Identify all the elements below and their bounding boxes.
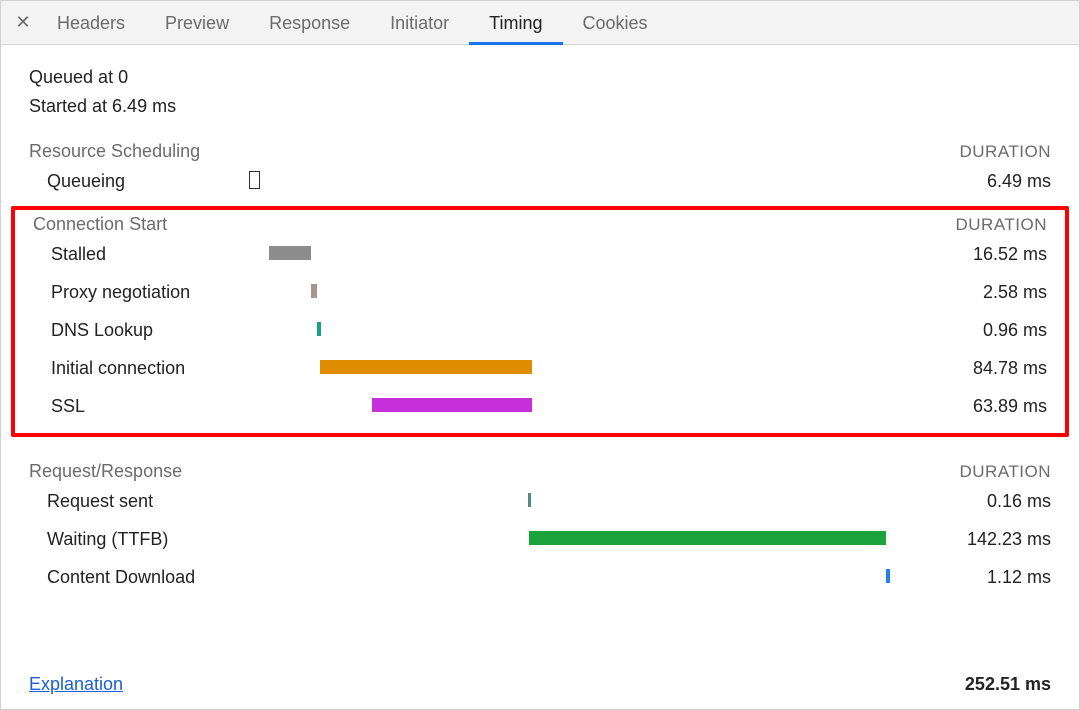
bar-zone <box>253 244 893 264</box>
network-timing-panel: ✕ Headers Preview Response Initiator Tim… <box>0 0 1080 710</box>
timing-row-stalled: Stalled 16.52 ms <box>33 235 1047 273</box>
row-value: 0.16 ms <box>987 491 1051 512</box>
row-label: Request sent <box>29 491 249 512</box>
row-value: 6.49 ms <box>987 171 1051 192</box>
tab-headers[interactable]: Headers <box>37 1 145 45</box>
row-label: Proxy negotiation <box>33 282 253 303</box>
bar-zone <box>253 320 893 340</box>
row-label: SSL <box>33 396 253 417</box>
tab-initiator[interactable]: Initiator <box>370 1 469 45</box>
tab-timing[interactable]: Timing <box>469 1 562 45</box>
timing-row-request-sent: Request sent 0.16 ms <box>29 482 1051 520</box>
bar-waiting <box>529 531 886 545</box>
timing-content: Queued at 0 Started at 6.49 ms Resource … <box>1 45 1079 596</box>
section-header-connection: Connection Start DURATION <box>33 214 1047 235</box>
row-label: DNS Lookup <box>33 320 253 341</box>
timing-row-content-download: Content Download 1.12 ms <box>29 558 1051 596</box>
row-label: Stalled <box>33 244 253 265</box>
row-value: 0.96 ms <box>983 320 1047 341</box>
section-title: Request/Response <box>29 461 182 482</box>
bar-proxy <box>311 284 317 298</box>
tab-response[interactable]: Response <box>249 1 370 45</box>
section-title: Resource Scheduling <box>29 141 200 162</box>
bar-stalled <box>269 246 310 260</box>
close-icon[interactable]: ✕ <box>9 12 37 33</box>
tab-cookies[interactable]: Cookies <box>563 1 668 45</box>
row-value: 1.12 ms <box>987 567 1051 588</box>
queued-at-text: Queued at 0 <box>29 67 1051 88</box>
timing-row-queueing: Queueing 6.49 ms <box>29 162 1051 200</box>
explanation-link[interactable]: Explanation <box>29 674 123 695</box>
bar-content-download <box>886 569 890 583</box>
row-label: Initial connection <box>33 358 253 379</box>
row-value: 63.89 ms <box>973 396 1047 417</box>
bar-zone <box>253 282 893 302</box>
timing-row-proxy: Proxy negotiation 2.58 ms <box>33 273 1047 311</box>
timing-row-waiting: Waiting (TTFB) 142.23 ms <box>29 520 1051 558</box>
row-label: Waiting (TTFB) <box>29 529 249 550</box>
bar-zone <box>249 567 889 587</box>
bar-zone <box>249 491 889 511</box>
timing-row-ssl: SSL 63.89 ms <box>33 387 1047 425</box>
section-header-reqres: Request/Response DURATION <box>29 461 1051 482</box>
section-header-scheduling: Resource Scheduling DURATION <box>29 141 1051 162</box>
duration-header: DURATION <box>959 462 1051 482</box>
bar-dns <box>317 322 321 336</box>
section-title: Connection Start <box>33 214 167 235</box>
bar-zone <box>253 358 893 378</box>
bar-request-sent <box>528 493 531 507</box>
row-label: Queueing <box>29 171 249 192</box>
duration-header: DURATION <box>959 142 1051 162</box>
row-label: Content Download <box>29 567 249 588</box>
total-time: 252.51 ms <box>965 674 1051 695</box>
row-value: 142.23 ms <box>967 529 1051 550</box>
connection-start-highlight: Connection Start DURATION Stalled 16.52 … <box>11 206 1069 437</box>
bar-zone <box>249 529 889 549</box>
bar-queueing <box>249 171 260 189</box>
row-value: 16.52 ms <box>973 244 1047 265</box>
tab-bar: ✕ Headers Preview Response Initiator Tim… <box>1 1 1079 45</box>
tab-preview[interactable]: Preview <box>145 1 249 45</box>
timing-row-initial-connection: Initial connection 84.78 ms <box>33 349 1047 387</box>
row-value: 2.58 ms <box>983 282 1047 303</box>
footer: Explanation 252.51 ms <box>29 674 1051 695</box>
bar-initial-connection <box>320 360 533 374</box>
bar-zone <box>253 396 893 416</box>
timing-row-dns: DNS Lookup 0.96 ms <box>33 311 1047 349</box>
started-at-text: Started at 6.49 ms <box>29 96 1051 117</box>
duration-header: DURATION <box>955 215 1047 235</box>
bar-zone <box>249 171 889 191</box>
bar-ssl <box>372 398 532 412</box>
row-value: 84.78 ms <box>973 358 1047 379</box>
